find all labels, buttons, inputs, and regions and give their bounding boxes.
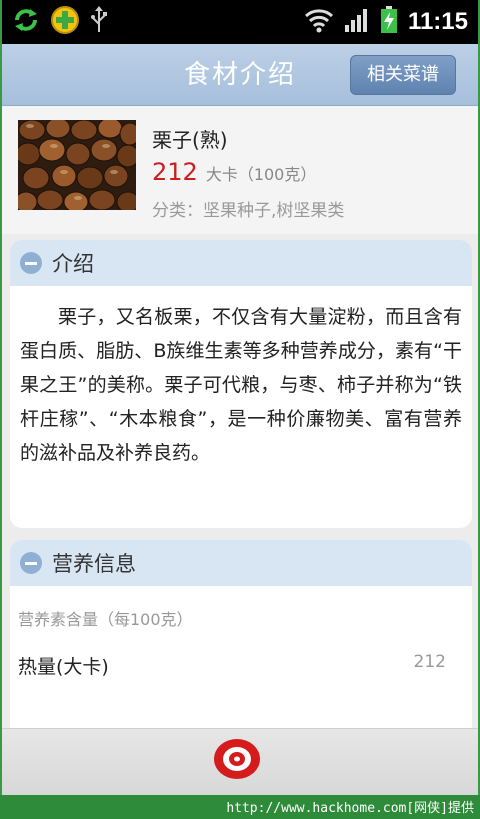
calorie-value: 212 xyxy=(152,158,198,186)
plus-app-icon xyxy=(50,5,80,39)
target-icon[interactable] xyxy=(213,737,261,785)
food-name: 栗子(熟) xyxy=(152,128,228,152)
food-category: 分类：坚果种子,树坚果类 xyxy=(152,201,345,221)
sync-icon xyxy=(12,6,40,38)
bottom-bar xyxy=(2,728,478,795)
title-bar: 食材介绍 相关菜谱 xyxy=(2,44,478,106)
collapse-icon[interactable] xyxy=(20,552,42,574)
nutrient-name: 热量(大卡) xyxy=(18,656,109,678)
calorie-unit: 大卡（100克） xyxy=(205,165,317,184)
app-frame: 11:15 食材介绍 相关菜谱 栗子(熟) 212 大卡（100克） 分类：坚果… xyxy=(0,0,480,795)
food-summary: 栗子(熟) 212 大卡（100克） 分类：坚果种子,树坚果类 xyxy=(2,106,478,234)
watermark: http://www.hackhome.com[网侠]提供 xyxy=(226,801,474,816)
nutrient-value: 212 xyxy=(413,652,446,672)
chestnut-photo xyxy=(18,120,136,210)
food-calories: 212 大卡（100克） xyxy=(152,158,316,186)
intro-text: 栗子，又名板栗，不仅含有大量淀粉，而且含有蛋白质、脂肪、B族维生素等多种营养成分… xyxy=(20,306,462,464)
nutrition-header[interactable]: 营养信息 xyxy=(10,540,472,586)
related-recipes-button[interactable]: 相关菜谱 xyxy=(350,55,456,95)
nutrition-row: 热量(大卡) 212 xyxy=(10,630,472,690)
intro-header[interactable]: 介绍 xyxy=(10,240,472,286)
collapse-icon[interactable] xyxy=(20,252,42,274)
usb-icon xyxy=(90,6,108,38)
status-bar: 11:15 xyxy=(2,0,478,44)
intro-title: 介绍 xyxy=(52,252,94,276)
wifi-icon xyxy=(304,7,334,37)
nutrition-section: 营养信息 营养素含量（每100克） 热量(大卡) 212 xyxy=(10,540,472,740)
nutrition-title: 营养信息 xyxy=(52,552,136,576)
nutrition-sub-label: 营养素含量（每100克） xyxy=(18,610,193,629)
battery-icon xyxy=(380,6,398,38)
clock: 11:15 xyxy=(407,8,468,35)
signal-icon xyxy=(344,7,370,37)
intro-section: 介绍 栗子，又名板栗，不仅含有大量淀粉，而且含有蛋白质、脂肪、B族维生素等多种营… xyxy=(10,240,472,528)
